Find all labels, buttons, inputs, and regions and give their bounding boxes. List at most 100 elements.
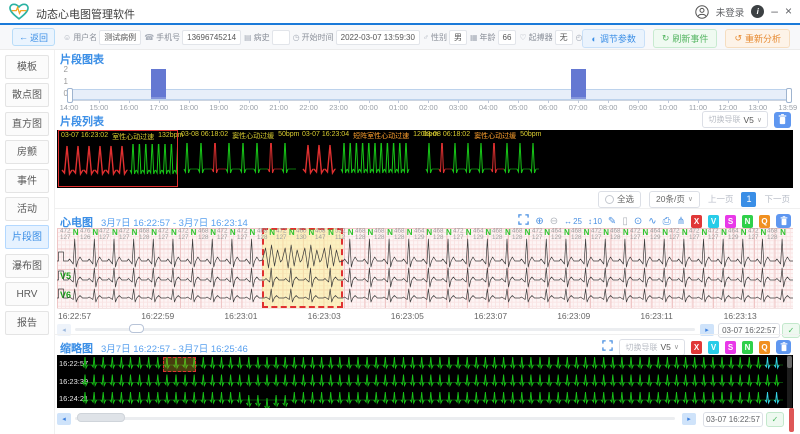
- thumbnail-scrollbar: ◂ ▸ 03-07 16:22:57 ✓: [57, 412, 793, 427]
- delete-button[interactable]: [776, 340, 791, 354]
- beat-type-S-button[interactable]: S: [725, 214, 736, 228]
- sidebar-item-活动[interactable]: 活动: [5, 197, 49, 221]
- print-icon[interactable]: ⎙: [663, 215, 671, 228]
- scroll-track[interactable]: [75, 417, 675, 420]
- page-number[interactable]: 1: [741, 191, 757, 207]
- branch-icon[interactable]: ⋔: [677, 215, 685, 228]
- thumbnail-vertical-scroll-thumb[interactable]: [787, 356, 792, 368]
- sidebar-item-片段图[interactable]: 片段图: [5, 225, 49, 250]
- thumbnail-title: 缩略图: [60, 343, 93, 355]
- fragment-waveform: [302, 143, 410, 176]
- scroll-thumb[interactable]: [77, 413, 125, 422]
- button-label: 重新分析: [744, 34, 781, 44]
- fragment-segment[interactable]: 03-07 16:23:04 短阵室性心动过速 120bpm: [300, 130, 438, 187]
- login-status[interactable]: 未登录: [716, 5, 745, 19]
- timeline-brush[interactable]: [67, 89, 790, 100]
- lead-select-dropdown[interactable]: 切换导联 V5 ∨: [702, 111, 768, 128]
- fragment-segment[interactable]: 03-07 16:23:02 室性心动过速 132bpm: [58, 130, 183, 187]
- page-scrollbar-thumb[interactable]: [789, 408, 794, 432]
- beat-type-Q-button[interactable]: Q: [759, 340, 770, 354]
- ecg-position-field[interactable]: 03-07 16:22:57: [718, 323, 780, 338]
- sidebar-item-HRV[interactable]: HRV: [5, 282, 49, 307]
- info-icon[interactable]: i: [751, 5, 765, 18]
- sidebar-item-散点图[interactable]: 散点图: [5, 83, 49, 108]
- thumbnail-selected-region[interactable]: [163, 357, 196, 372]
- back-button[interactable]: ← 返回: [12, 28, 56, 46]
- scroll-thumb[interactable]: [129, 324, 144, 333]
- scroll-track[interactable]: [75, 328, 695, 331]
- ecg-chart[interactable]: 472 127 N 476 126 N 472 127 N 472 127 N 468 128 N 472 12…: [57, 228, 793, 308]
- beat-type-X-button[interactable]: X: [691, 214, 702, 228]
- ecg-header: 心电图 3月7日 16:22:57 - 3月7日 16:23:14 ⊕ ⊖ ↔ 25 ↕ 1…: [57, 211, 793, 229]
- sidebar-item-瀑布图[interactable]: 瀑布图: [5, 253, 49, 278]
- chevron-down-icon: ∨: [673, 344, 679, 351]
- time-label: 16:23:11: [640, 311, 673, 321]
- time-label: 16:23:01: [224, 311, 258, 321]
- reanalyze-button[interactable]: ↺ 重新分析: [725, 29, 790, 48]
- confirm-position-button[interactable]: ✓: [782, 323, 800, 338]
- speed-control[interactable]: ↔ 25: [564, 217, 582, 226]
- delete-fragment-button[interactable]: [774, 111, 791, 128]
- caliper-icon[interactable]: ▯: [622, 215, 628, 228]
- fragment-event: 短阵室性心动过速: [353, 133, 410, 140]
- fragment-time: 03-07 16:23:04: [302, 131, 350, 138]
- sidebar-item-直方图[interactable]: 直方图: [5, 111, 49, 136]
- sidebar-item-房颤[interactable]: 房颤: [5, 140, 49, 165]
- expand-icon[interactable]: [602, 338, 614, 356]
- brush-handle[interactable]: [67, 88, 73, 103]
- beat-type-N-button[interactable]: N: [742, 214, 753, 228]
- lead-select-value: V5: [660, 342, 671, 352]
- sidebar-item-报告[interactable]: 报告: [5, 310, 49, 335]
- beat-type-V-button[interactable]: V: [708, 340, 719, 354]
- fragment-pagination: 全选 20条/页 ∨ 上一页 1 下一页: [400, 190, 790, 208]
- sidebar-item-事件[interactable]: 事件: [5, 168, 49, 193]
- patient-field: ♡ 起搏器无: [519, 29, 573, 45]
- prev-page-button[interactable]: 上一页: [708, 193, 734, 205]
- thumbnail-toolbar: 切换导联 V5 ∨ X V S N Q: [602, 338, 791, 356]
- patient-info-bar: ← 返回 ☺ 用户名 测试病例 ☎ 手机号 13696745214 ▤ 病史 ◷ 开始时间 2022…: [0, 25, 800, 50]
- field-value: 测试病例: [99, 29, 142, 45]
- gain-control[interactable]: ↕ 10: [588, 217, 602, 226]
- select-all-checkbox[interactable]: 全选: [598, 190, 642, 208]
- y-axis-label: 1: [63, 77, 68, 86]
- time-icon: ◷: [292, 32, 300, 42]
- fragment-segment[interactable]: 03-08 06:18:02 窦性心动过缓 50bpm: [421, 130, 542, 187]
- close-button[interactable]: ×: [785, 5, 792, 18]
- chevron-down-icon: ∨: [756, 116, 762, 124]
- minimize-button[interactable]: –: [771, 5, 778, 18]
- brush-handle[interactable]: [786, 88, 792, 103]
- field-label: 手机号: [156, 32, 181, 42]
- zoom-in-icon[interactable]: ⊕: [535, 215, 543, 228]
- wave-icon[interactable]: ∿: [648, 215, 656, 228]
- next-page-button[interactable]: 下一页: [764, 193, 790, 205]
- thumbnail-strip[interactable]: 16:22:57 16:23:39 16:24:21: [57, 355, 793, 408]
- zoom-out-icon[interactable]: ⊖: [550, 215, 558, 228]
- fragment-segment[interactable]: 03-08 06:18:02 窦性心动过缓 50bpm: [179, 130, 300, 187]
- search-beat-icon[interactable]: ⊙: [634, 215, 642, 228]
- scroll-left-button[interactable]: ◂: [57, 413, 71, 425]
- page-size-dropdown[interactable]: 20条/页 ∨: [649, 190, 700, 208]
- age-icon: ▦: [469, 32, 478, 42]
- avatar-icon[interactable]: [695, 4, 709, 19]
- scroll-right-button[interactable]: ▸: [682, 413, 696, 425]
- adjust-params-button-icon: ◐: [591, 33, 597, 44]
- beat-type-V-button[interactable]: V: [708, 214, 719, 228]
- thumbnail-position-field[interactable]: 03-07 16:22:57: [703, 412, 763, 427]
- lead-select-dropdown[interactable]: 切换导联 V5 ∨: [619, 338, 685, 356]
- fragment-bpm: 50bpm: [520, 131, 542, 138]
- confirm-position-button[interactable]: ✓: [766, 412, 784, 427]
- beat-type-N-button[interactable]: N: [742, 340, 753, 354]
- beat-type-S-button[interactable]: S: [725, 340, 736, 354]
- sidebar-item-模板[interactable]: 模板: [5, 55, 49, 79]
- speed-value: 25: [573, 216, 583, 226]
- fragment-time: 03-08 06:18:02: [423, 131, 471, 138]
- adjust-params-button[interactable]: ◐ 调节参数: [582, 29, 645, 48]
- edit-icon[interactable]: ✎: [608, 215, 616, 228]
- ecg-time-axis: 16:22:57 16:22:59 16:23:01 16:23:03 16:23:05…: [57, 308, 793, 323]
- beat-type-X-button[interactable]: X: [691, 340, 702, 354]
- refresh-events-button[interactable]: ↻ 刷新事件: [652, 29, 718, 48]
- beat-type-Q-button[interactable]: Q: [759, 214, 770, 228]
- gender-icon: ♂: [422, 32, 429, 42]
- app-window: 动态心电图管理软件 未登录 i – × ← 返回 ☺ 用户名 测试病例 ☎ 手机号 136…: [0, 0, 800, 434]
- delete-button[interactable]: [776, 214, 791, 228]
